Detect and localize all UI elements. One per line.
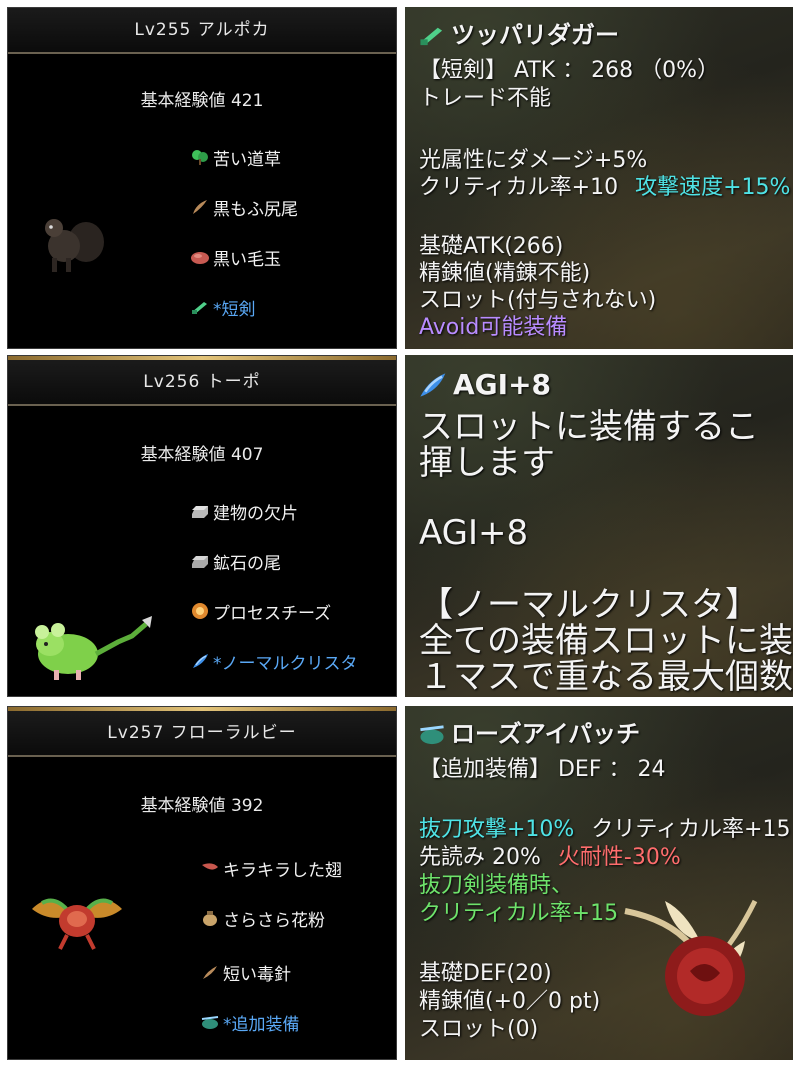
- drop-label: 黒い毛玉: [213, 249, 281, 270]
- metal-ingot-icon: [192, 506, 208, 518]
- base-exp-label: 基本経験値 407: [140, 445, 264, 465]
- monster-title: Lv257 フローラルビー: [8, 711, 396, 757]
- item-name: ツッパリダガー: [451, 21, 619, 49]
- refine-value: 精錬値(+0／0 pt): [419, 989, 601, 1014]
- drop-item[interactable]: プロセスチーズ: [190, 598, 331, 624]
- dagger-icon: [192, 302, 207, 314]
- drop-label: 黒もふ尻尾: [213, 199, 298, 220]
- drop-item[interactable]: *ノーマルクリスタ: [190, 648, 358, 674]
- drop-item[interactable]: キラキラした翅: [200, 855, 342, 881]
- item-name: ローズアイパッチ: [451, 720, 641, 748]
- conditional-stat: クリティカル率+15: [419, 901, 619, 926]
- stat-line: 抜刀攻撃+10% クリティカル率+15: [419, 816, 790, 844]
- item-type-def: 【追加装備】 DEF ： 24: [419, 757, 666, 782]
- slot-info: スロット(付与されない): [419, 288, 657, 313]
- alpoka-monster-sprite: [45, 219, 104, 272]
- dagger-icon: [420, 27, 443, 46]
- monster-panel-floralbee: Lv257 フローラルビー 基本経験値 392 キラキラした翅 さらさら花粉 短…: [7, 706, 397, 1060]
- stat-agi: AGI+8: [419, 513, 529, 553]
- drop-item[interactable]: 鉱石の尾: [190, 548, 281, 574]
- item-tooltip-eyepatch: ローズアイパッチ 【追加装備】 DEF ： 24 抜刀攻撃+10% クリティカル…: [405, 706, 793, 1060]
- item-name-row: ローズアイパッチ: [417, 720, 640, 748]
- drop-item[interactable]: 黒い毛玉: [190, 244, 281, 270]
- drop-item[interactable]: 短い毒針: [200, 959, 291, 985]
- drop-label: 苦い道草: [213, 149, 281, 170]
- crysta-type: 【ノーマルクリスタ】: [419, 585, 759, 625]
- item-tooltip-dagger: ツッパリダガー 【短剣】 ATK ： 268 （0%） トレード不能 光属性にダ…: [405, 7, 793, 349]
- eyepatch-icon: [420, 725, 444, 745]
- conditional-note: 抜刀剣装備時、: [419, 873, 574, 898]
- crystal-icon: [420, 373, 446, 397]
- drop-label: 鉱石の尾: [213, 553, 281, 574]
- stat-crit: クリティカル率+10: [419, 175, 619, 200]
- drop-label: 短い毒針: [223, 964, 291, 985]
- metal-ingot-icon: [192, 556, 208, 568]
- drop-label: さらさら花粉: [223, 910, 325, 931]
- stat-line: 先読み 20% 火耐性-30%: [419, 844, 681, 872]
- monster-title: Lv255 アルポカ: [8, 8, 396, 54]
- base-exp-label: 基本経験値 421: [140, 91, 264, 111]
- drop-label: プロセスチーズ: [213, 603, 332, 624]
- monster-panel-topo: Lv256 トーポ 基本経験値 407 建物の欠片 鉱石の尾 プロセスチーズ *…: [7, 355, 397, 697]
- monster-panel-alpoka: Lv255 アルポカ 基本経験値 421 苦い道草 黒もふ尻尾 黒い毛玉 *短剣: [7, 7, 397, 349]
- trade-status: トレード不能: [419, 86, 552, 111]
- base-exp-label: 基本経験値 392: [140, 796, 264, 816]
- drop-item[interactable]: 建物の欠片: [190, 498, 298, 524]
- cheese-icon: [192, 603, 208, 619]
- herb-icon: [192, 150, 208, 165]
- description-line: 全ての装備スロットに装: [419, 621, 793, 661]
- item-name-row: ツッパリダガー: [417, 21, 619, 49]
- stat-unsheathe-attack: 抜刀攻撃+10%: [419, 817, 575, 842]
- wing-icon: [202, 863, 218, 870]
- item-type-atk: 【短剣】 ATK ： 268 （0%）: [419, 58, 720, 83]
- refine-value: 精錬値(精錬不能): [419, 261, 591, 286]
- drop-item[interactable]: *短剣: [190, 294, 256, 320]
- description-line: １マスで重なる最大個数: [419, 657, 793, 697]
- fur-ball-icon: [191, 252, 209, 264]
- drop-item[interactable]: 苦い道草: [190, 144, 281, 170]
- drop-label: キラキラした翅: [223, 860, 342, 881]
- item-tooltip-crysta: AGI+8 スロットに装備するこ 揮します AGI+8 【ノーマルクリスタ】 全…: [405, 355, 793, 697]
- drop-label: *追加装備: [223, 1014, 300, 1035]
- drop-item[interactable]: *追加装備: [200, 1009, 300, 1035]
- drop-label: *短剣: [213, 299, 256, 320]
- needle-icon: [203, 966, 217, 979]
- item-name: AGI+8: [453, 368, 552, 401]
- description-line: 揮します: [419, 443, 555, 483]
- stat-attack-speed: 攻撃速度+15%: [635, 175, 791, 200]
- item-name-row: AGI+8: [415, 365, 551, 405]
- feather-icon: [193, 200, 207, 214]
- crystal-icon: [193, 654, 208, 668]
- pollen-bag-icon: [203, 911, 217, 926]
- stat-line: 光属性にダメージ+5%: [419, 148, 648, 173]
- monster-title: Lv256 トーポ: [8, 360, 396, 406]
- drop-item[interactable]: さらさら花粉: [200, 905, 325, 931]
- drop-item[interactable]: 黒もふ尻尾: [190, 194, 298, 220]
- rose-illustration: [624, 899, 758, 1016]
- avoid-equip-note: Avoid可能装備: [419, 315, 568, 340]
- description-line: スロットに装備するこ: [419, 407, 759, 447]
- topo-monster-sprite: [35, 616, 152, 680]
- drop-label: 建物の欠片: [213, 503, 298, 524]
- eyepatch-icon: [201, 1016, 219, 1029]
- stat-fire-resist: 火耐性-30%: [557, 845, 681, 870]
- stat-line-crit: クリティカル率+10 攻撃速度+15%: [419, 174, 790, 202]
- base-def: 基礎DEF(20): [419, 961, 552, 986]
- stat-anticipate: 先読み 20%: [419, 845, 541, 870]
- slot-info: スロット(0): [419, 1017, 539, 1042]
- drop-label: *ノーマルクリスタ: [213, 653, 358, 674]
- stat-crit: クリティカル率+15: [591, 817, 791, 842]
- floralbee-monster-sprite: [32, 898, 122, 950]
- base-atk: 基礎ATK(266): [419, 234, 564, 259]
